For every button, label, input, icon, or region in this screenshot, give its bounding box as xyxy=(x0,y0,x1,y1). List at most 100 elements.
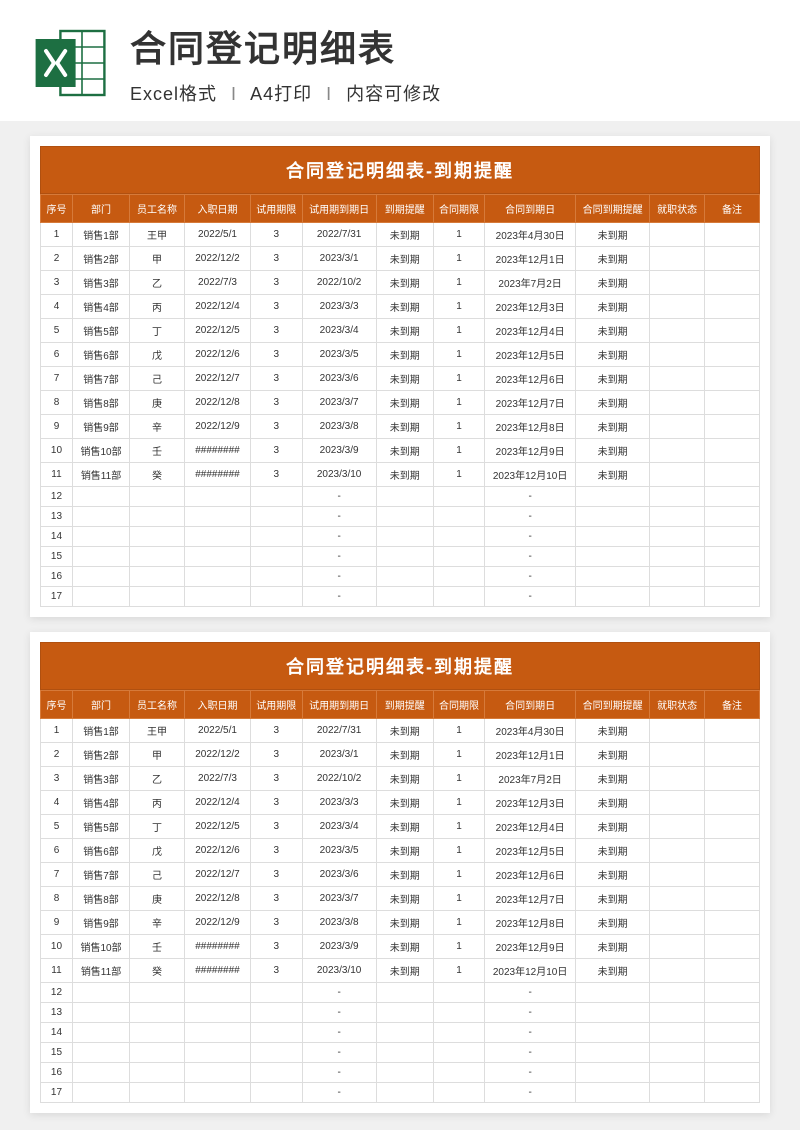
table-row: 10销售10部壬########32023/3/9未到期12023年12月9日未… xyxy=(41,439,760,463)
cell-trial_limit: 3 xyxy=(251,767,302,791)
cell-contract_remind xyxy=(576,1063,650,1083)
table-row: 12-- xyxy=(41,983,760,1003)
cell-note xyxy=(705,959,760,983)
table-body-1: 1销售1部王甲2022/5/132022/7/31未到期12023年4月30日未… xyxy=(41,223,760,607)
cell-contract_limit: 1 xyxy=(433,439,484,463)
cell-contract_end: 2023年12月1日 xyxy=(485,247,576,271)
subtitle-edit: 内容可修改 xyxy=(346,84,441,104)
col-trial-remind-header: 到期提醒 xyxy=(376,691,433,719)
cell-trial_end: - xyxy=(302,507,376,527)
cell-status xyxy=(650,343,705,367)
cell-hire xyxy=(184,547,250,567)
cell-trial_limit: 3 xyxy=(251,839,302,863)
cell-contract_end: 2023年12月5日 xyxy=(485,839,576,863)
cell-contract_limit xyxy=(433,567,484,587)
page-subtitle: Excel格式 I A4打印 I 内容可修改 xyxy=(130,80,770,106)
cell-trial_remind: 未到期 xyxy=(376,319,433,343)
cell-trial_limit: 3 xyxy=(251,391,302,415)
cell-note xyxy=(705,527,760,547)
cell-trial_limit: 3 xyxy=(251,911,302,935)
cell-contract_limit xyxy=(433,527,484,547)
cell-trial_remind: 未到期 xyxy=(376,271,433,295)
cell-note xyxy=(705,743,760,767)
cell-name: 王甲 xyxy=(130,719,185,743)
cell-trial_remind: 未到期 xyxy=(376,863,433,887)
cell-dept xyxy=(72,507,129,527)
cell-trial_end: - xyxy=(302,983,376,1003)
cell-contract_limit: 1 xyxy=(433,415,484,439)
cell-trial_limit xyxy=(251,487,302,507)
table-row: 1销售1部王甲2022/5/132022/7/31未到期12023年4月30日未… xyxy=(41,719,760,743)
table-row: 5销售5部丁2022/12/532023/3/4未到期12023年12月4日未到… xyxy=(41,815,760,839)
cell-trial_remind: 未到期 xyxy=(376,767,433,791)
cell-trial_remind: 未到期 xyxy=(376,959,433,983)
table-row: 9销售9部辛2022/12/932023/3/8未到期12023年12月8日未到… xyxy=(41,415,760,439)
cell-hire: 2022/12/2 xyxy=(184,247,250,271)
cell-contract_end: 2023年12月9日 xyxy=(485,439,576,463)
cell-trial_end: 2023/3/7 xyxy=(302,391,376,415)
cell-status xyxy=(650,319,705,343)
cell-note xyxy=(705,587,760,607)
col-trial-end-header: 试用期到期日 xyxy=(302,691,376,719)
table-row: 14-- xyxy=(41,527,760,547)
cell-trial_remind xyxy=(376,487,433,507)
cell-name xyxy=(130,527,185,547)
cell-contract_remind: 未到期 xyxy=(576,863,650,887)
cell-trial_limit xyxy=(251,527,302,547)
cell-name: 庚 xyxy=(130,887,185,911)
cell-trial_remind: 未到期 xyxy=(376,247,433,271)
cell-seq: 6 xyxy=(41,343,73,367)
cell-name: 戊 xyxy=(130,343,185,367)
col-contract-end-header: 合同到期日 xyxy=(485,195,576,223)
cell-seq: 12 xyxy=(41,487,73,507)
cell-seq: 12 xyxy=(41,983,73,1003)
cell-hire xyxy=(184,1023,250,1043)
cell-trial_limit: 3 xyxy=(251,887,302,911)
table-row: 3销售3部乙2022/7/332022/10/2未到期12023年7月2日未到期 xyxy=(41,271,760,295)
cell-trial_limit xyxy=(251,587,302,607)
cell-contract_remind: 未到期 xyxy=(576,271,650,295)
table-row: 7销售7部己2022/12/732023/3/6未到期12023年12月6日未到… xyxy=(41,367,760,391)
cell-trial_end: 2023/3/10 xyxy=(302,959,376,983)
cell-contract_limit: 1 xyxy=(433,863,484,887)
cell-note xyxy=(705,463,760,487)
spreadsheet-preview-1: 合同登记明细表-到期提醒 序号 部门 员工名称 入职日期 试用期限 试用期到期日… xyxy=(30,136,770,617)
cell-trial_remind: 未到期 xyxy=(376,911,433,935)
cell-note xyxy=(705,567,760,587)
cell-contract_limit: 1 xyxy=(433,839,484,863)
table-row: 16-- xyxy=(41,1063,760,1083)
cell-dept: 销售5部 xyxy=(72,319,129,343)
cell-status xyxy=(650,547,705,567)
table-row: 8销售8部庚2022/12/832023/3/7未到期12023年12月7日未到… xyxy=(41,391,760,415)
table-row: 8销售8部庚2022/12/832023/3/7未到期12023年12月7日未到… xyxy=(41,887,760,911)
table-row: 13-- xyxy=(41,1003,760,1023)
cell-seq: 6 xyxy=(41,839,73,863)
cell-contract_end: - xyxy=(485,487,576,507)
cell-name: 丙 xyxy=(130,295,185,319)
cell-seq: 13 xyxy=(41,1003,73,1023)
col-note-header: 备注 xyxy=(705,195,760,223)
cell-contract_remind: 未到期 xyxy=(576,439,650,463)
cell-seq: 10 xyxy=(41,935,73,959)
cell-trial_remind xyxy=(376,567,433,587)
cell-trial_limit: 3 xyxy=(251,439,302,463)
cell-seq: 17 xyxy=(41,1083,73,1103)
cell-dept: 销售4部 xyxy=(72,791,129,815)
col-hire-header: 入职日期 xyxy=(184,195,250,223)
cell-contract_remind: 未到期 xyxy=(576,343,650,367)
cell-contract_remind xyxy=(576,547,650,567)
cell-status xyxy=(650,247,705,271)
cell-contract_limit xyxy=(433,487,484,507)
cell-contract_limit: 1 xyxy=(433,911,484,935)
cell-dept xyxy=(72,487,129,507)
cell-trial_remind: 未到期 xyxy=(376,791,433,815)
cell-dept: 销售10部 xyxy=(72,935,129,959)
cell-contract_end: 2023年12月4日 xyxy=(485,319,576,343)
subtitle-format: Excel格式 xyxy=(130,84,217,104)
cell-hire: 2022/12/4 xyxy=(184,791,250,815)
table-header-row: 序号 部门 员工名称 入职日期 试用期限 试用期到期日 到期提醒 合同期限 合同… xyxy=(41,195,760,223)
cell-trial_remind xyxy=(376,507,433,527)
cell-trial_limit: 3 xyxy=(251,935,302,959)
cell-contract_limit xyxy=(433,1043,484,1063)
cell-trial_limit xyxy=(251,567,302,587)
